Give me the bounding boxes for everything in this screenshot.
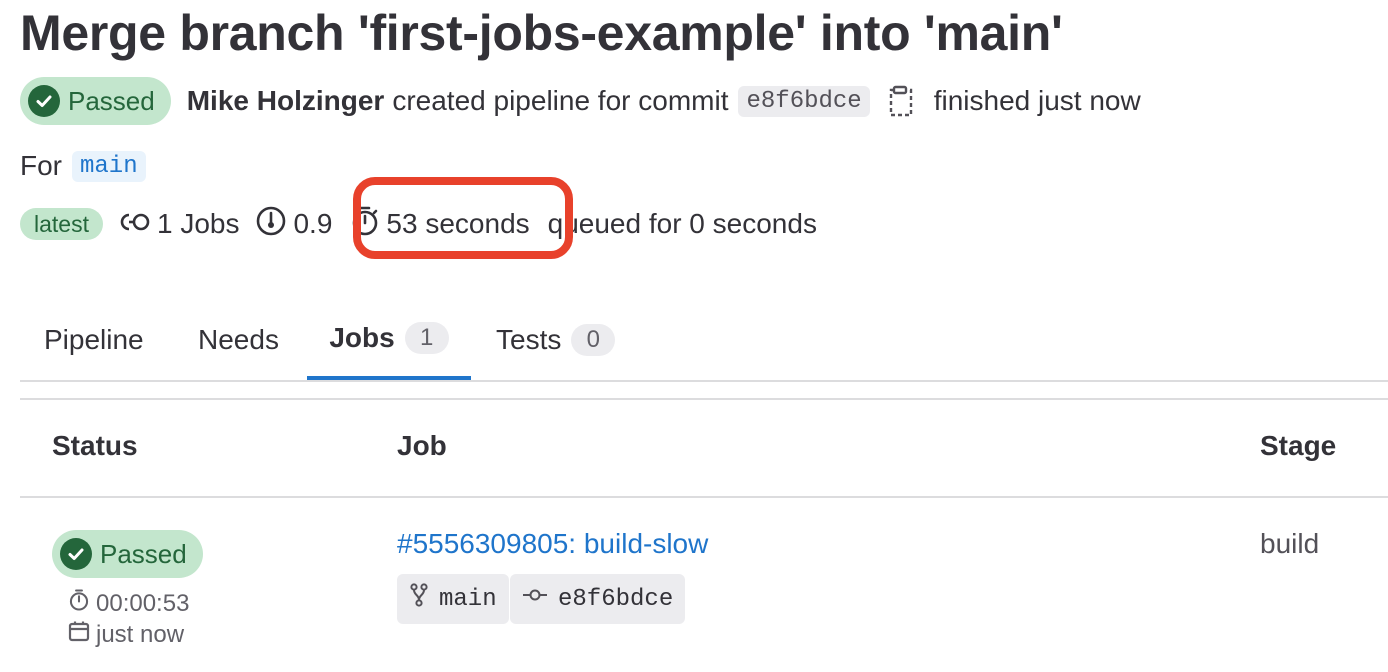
compute-usage: 0.9 — [255, 205, 332, 244]
finished-text: finished just now — [933, 85, 1141, 116]
column-header-status: Status — [52, 430, 138, 461]
stopwatch-icon — [68, 588, 90, 619]
job-branch-text: main — [439, 585, 497, 613]
job-stage: build — [1260, 528, 1320, 559]
status-badge-label: Passed — [68, 85, 155, 116]
commit-icon — [522, 585, 548, 613]
job-commit-link[interactable]: e8f6bdce — [510, 574, 686, 624]
job-duration: 00:00:53 — [68, 588, 189, 619]
job-finished: just now — [68, 620, 184, 649]
tab-count: 1 — [404, 322, 449, 354]
pipeline-page: Merge branch 'first-jobs-example' into '… — [0, 0, 1388, 672]
job-finished-text: just now — [96, 620, 185, 648]
check-circle-icon — [28, 85, 60, 117]
copy-icon[interactable] — [888, 85, 914, 117]
duration-highlight — [353, 177, 573, 259]
job-status-badge[interactable]: Passed — [52, 530, 203, 578]
tab-needs[interactable]: Needs — [198, 300, 279, 380]
jobs-count: 1 Jobs — [119, 208, 240, 240]
tab-label: Needs — [198, 324, 279, 355]
latest-badge: latest — [20, 208, 103, 240]
tab-label: Tests — [496, 324, 562, 355]
tab-pipeline[interactable]: Pipeline — [44, 300, 144, 380]
compute-usage-text: 0.9 — [293, 208, 333, 239]
job-duration-text: 00:00:53 — [96, 589, 190, 617]
page-title: Merge branch 'first-jobs-example' into '… — [20, 5, 1063, 61]
divider — [20, 398, 1388, 400]
calendar-icon — [68, 620, 90, 649]
job-branch-link[interactable]: main — [397, 574, 509, 624]
column-header-stage: Stage — [1260, 430, 1337, 461]
tab-tests[interactable]: Tests 0 — [496, 300, 616, 380]
queued-text: queued for 0 seconds — [547, 208, 817, 239]
author-link[interactable]: Mike Holzinger — [187, 85, 385, 117]
branch-icon — [409, 583, 429, 615]
created-text: created pipeline for commit — [392, 85, 729, 116]
tab-label: Jobs — [329, 322, 395, 353]
divider — [20, 496, 1388, 498]
pipeline-meta: Passed Mike Holzinger created pipeline f… — [20, 77, 1141, 125]
for-label: For — [20, 150, 62, 181]
tab-count: 0 — [571, 324, 616, 356]
tab-label: Pipeline — [44, 324, 144, 355]
job-commit-text: e8f6bdce — [558, 585, 674, 613]
pipeline-icon — [119, 208, 151, 240]
job-link[interactable]: #5556309805: build-slow — [397, 528, 708, 560]
ref-row: For main — [20, 148, 146, 184]
job-status-label: Passed — [100, 538, 187, 569]
pipeline-tabs: Pipeline Needs Jobs 1 Tests 0 — [20, 300, 1388, 382]
dashboard-icon — [255, 205, 287, 244]
jobs-count-text: 1 Jobs — [156, 208, 240, 239]
tab-jobs[interactable]: Jobs 1 — [307, 300, 471, 380]
check-circle-icon — [60, 538, 92, 570]
commit-sha-link[interactable]: e8f6bdce — [738, 85, 870, 117]
branch-link[interactable]: main — [72, 150, 146, 182]
column-header-job: Job — [397, 430, 447, 461]
status-badge[interactable]: Passed — [20, 77, 171, 125]
